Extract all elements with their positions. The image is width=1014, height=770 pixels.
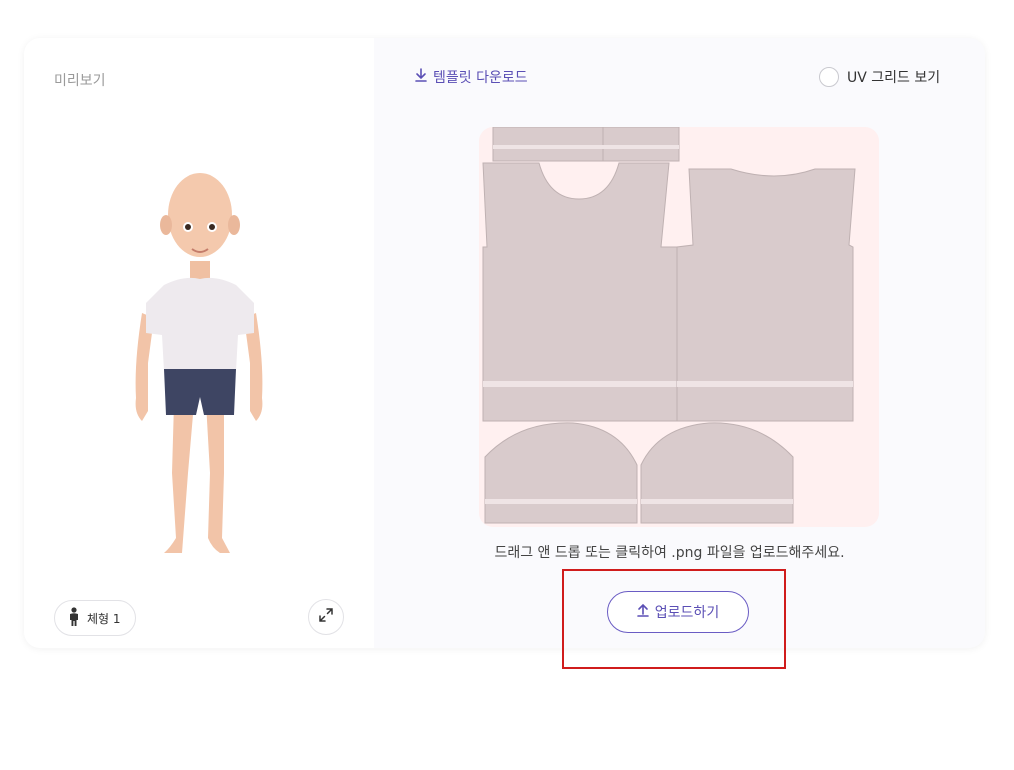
upload-hint: 드래그 앤 드롭 또는 클릭하여 .png 파일을 업로드해주세요.	[494, 545, 845, 561]
body-type-button[interactable]: 체형 1	[54, 600, 136, 636]
avatar-figure	[135, 173, 263, 553]
avatar-preview[interactable]	[124, 143, 274, 563]
person-icon	[67, 606, 81, 630]
expand-icon	[318, 607, 334, 627]
body-type-label: 체형 1	[87, 611, 121, 626]
uv-grid-label: UV 그리드 보기	[847, 70, 941, 86]
upload-highlight-annotation	[562, 569, 786, 669]
template-download-link[interactable]: 템플릿 다운로드	[415, 67, 528, 87]
uv-grid-radio[interactable]	[819, 67, 839, 87]
customizer-card: 미리보기 체형 1 템플릿 다운로드 UV 그리드 보기 드래그 앤 드롭 또는…	[24, 38, 985, 648]
preview-title: 미리보기	[54, 73, 106, 89]
expand-button[interactable]	[308, 599, 344, 635]
download-label: 템플릿 다운로드	[433, 70, 528, 86]
download-icon	[415, 68, 427, 86]
uv-template-image	[482, 127, 856, 524]
uv-grid-toggle[interactable]: UV 그리드 보기	[819, 67, 940, 87]
uv-template-dropzone[interactable]	[479, 127, 879, 527]
